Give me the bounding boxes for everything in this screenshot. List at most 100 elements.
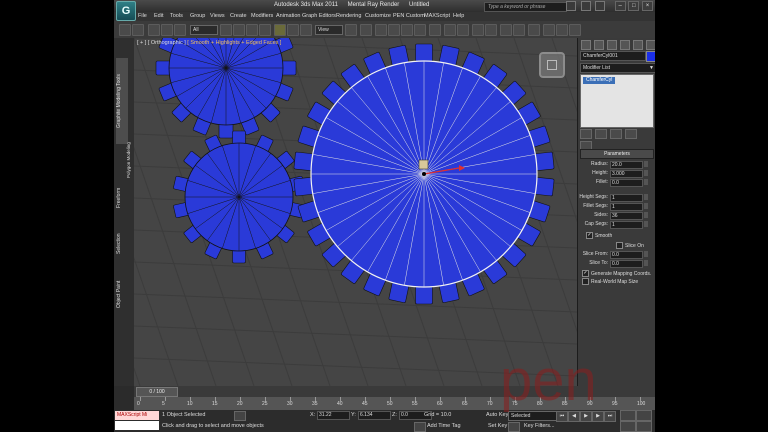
tab-graphite-modeling-tools[interactable]: Graphite Modeling Tools <box>116 58 128 144</box>
select-by-name-icon[interactable] <box>233 24 245 36</box>
menu-maxscript[interactable]: MAXScript <box>424 13 450 19</box>
x-coord-field[interactable]: 31.22 <box>317 411 350 420</box>
unlink-icon[interactable] <box>161 24 173 36</box>
render-setup-icon[interactable] <box>543 24 555 36</box>
menu-customize[interactable]: Customize <box>365 13 391 19</box>
tab-selection[interactable]: Selection <box>116 224 128 264</box>
bind-space-warp-icon[interactable] <box>174 24 186 36</box>
checkbox-box[interactable]: ✓ <box>582 270 589 277</box>
binoculars-icon[interactable] <box>566 1 576 11</box>
time-slider[interactable]: 0 / 100 <box>136 387 178 397</box>
align-icon[interactable] <box>457 24 469 36</box>
viewport-shading-label[interactable]: [ Smooth + Highlights + Edged Faces ] <box>187 40 281 46</box>
named-selection-icon[interactable] <box>429 24 441 36</box>
mirror-icon[interactable] <box>444 24 456 36</box>
angle-snap-icon[interactable] <box>388 24 400 36</box>
viewport-label[interactable]: [ + ] [ Orthographic ] [ Smooth + Highli… <box>137 40 281 46</box>
reference-coord-dropdown[interactable]: View <box>315 25 343 35</box>
render-production-icon[interactable] <box>569 24 581 36</box>
display-tab-icon[interactable] <box>633 40 643 50</box>
spinner-icon[interactable] <box>644 260 648 266</box>
tab-polygon-modeling[interactable]: Polygon Modeling <box>126 142 133 178</box>
param-input[interactable]: 1 <box>610 221 643 229</box>
minimize-button[interactable]: – <box>614 1 626 11</box>
spinner-icon[interactable] <box>644 194 648 200</box>
link-icon[interactable] <box>148 24 160 36</box>
param-input[interactable]: 1 <box>610 194 643 202</box>
menu-group[interactable]: Group <box>190 13 205 19</box>
maxscript-mini-input[interactable] <box>115 421 159 430</box>
zoom-icon[interactable] <box>620 421 636 432</box>
menu-edit[interactable]: Edit <box>154 13 163 19</box>
maximize-button[interactable]: □ <box>628 1 640 11</box>
spinner-snap-icon[interactable] <box>414 24 426 36</box>
param-input[interactable]: 1 <box>610 203 643 211</box>
checkbox-box[interactable] <box>616 242 623 249</box>
set-key-button[interactable]: Set Key <box>488 423 507 429</box>
slice-to-input[interactable]: 0.0 <box>610 260 643 268</box>
material-editor-icon[interactable] <box>528 24 540 36</box>
move-icon[interactable] <box>274 24 286 36</box>
parameters-rollout-header[interactable]: Parameters <box>580 149 654 159</box>
lock-selection-icon[interactable] <box>234 411 246 421</box>
spinner-icon[interactable] <box>644 170 648 176</box>
gear-top-left[interactable] <box>155 38 297 139</box>
slice-from-input[interactable]: 0.0 <box>610 251 643 259</box>
viewport-canvas[interactable] <box>134 38 577 386</box>
modify-tab-icon[interactable] <box>594 40 604 50</box>
checkbox-box[interactable]: ✓ <box>586 232 593 239</box>
app-menu-button[interactable]: G <box>116 1 136 21</box>
spinner-icon[interactable] <box>644 203 648 209</box>
tab-object-paint[interactable]: Object Paint <box>116 268 128 320</box>
star-icon[interactable] <box>580 1 591 11</box>
viewport-name-label[interactable]: [ + ] [ Orthographic ] <box>137 40 186 46</box>
spinner-icon[interactable] <box>644 179 648 185</box>
select-manipulate-icon[interactable] <box>360 24 372 36</box>
viewcube-face-icon[interactable] <box>547 60 557 70</box>
y-coord-field[interactable]: 6.134 <box>358 411 391 420</box>
menu-file[interactable]: File <box>138 13 147 19</box>
select-object-icon[interactable] <box>220 24 232 36</box>
pivot-center-icon[interactable] <box>345 24 357 36</box>
slice-on-checkbox[interactable]: Slice On <box>616 242 644 249</box>
curve-editor-icon[interactable] <box>500 24 512 36</box>
menu-views[interactable]: Views <box>210 13 225 19</box>
menu-rendering[interactable]: Rendering <box>336 13 361 19</box>
menu-help[interactable]: Help <box>453 13 464 19</box>
motion-tab-icon[interactable] <box>620 40 630 50</box>
make-unique-icon[interactable] <box>610 129 622 139</box>
param-input[interactable]: 20.0 <box>610 161 643 169</box>
param-input[interactable]: 3.000 <box>610 170 643 178</box>
remove-modifier-icon[interactable] <box>625 129 637 139</box>
orbit-icon[interactable] <box>636 410 652 421</box>
smooth-checkbox[interactable]: ✓ Smooth <box>586 232 612 239</box>
window-crossing-icon[interactable] <box>259 24 271 36</box>
pin-stack-icon[interactable] <box>580 129 592 139</box>
gear-bottom-left[interactable] <box>173 130 305 264</box>
object-color-swatch[interactable] <box>646 51 655 62</box>
generate-mapping-checkbox[interactable]: ✓ Generate Mapping Coords. <box>582 270 651 277</box>
real-world-map-checkbox[interactable]: Real-World Map Size <box>582 278 638 285</box>
pan-icon[interactable] <box>636 421 652 432</box>
spinner-icon[interactable] <box>644 251 648 257</box>
modifier-list-dropdown[interactable]: Modifier List ▼ <box>580 63 655 73</box>
param-input[interactable]: 0.0 <box>610 179 643 187</box>
modifier-stack[interactable]: ChamferCyl <box>580 74 654 128</box>
snaps-toggle-icon[interactable] <box>375 24 387 36</box>
undo-icon[interactable] <box>119 24 131 36</box>
menu-tools[interactable]: Tools <box>170 13 183 19</box>
spinner-icon[interactable] <box>644 221 648 227</box>
viewcube[interactable] <box>539 52 565 78</box>
menu-pen-custom[interactable]: PEN Custom <box>393 13 425 19</box>
stack-item-chamfercyl[interactable]: ChamferCyl <box>583 77 616 84</box>
time-tag-icon[interactable] <box>414 422 426 432</box>
spinner-icon[interactable] <box>644 212 648 218</box>
create-tab-icon[interactable] <box>581 40 591 50</box>
layer-manager-icon[interactable] <box>472 24 484 36</box>
menu-animation[interactable]: Animation <box>276 13 300 19</box>
hierarchy-tab-icon[interactable] <box>607 40 617 50</box>
menu-create[interactable]: Create <box>230 13 247 19</box>
object-name-field[interactable]: ChamferCyl001 <box>580 51 646 61</box>
schematic-view-icon[interactable] <box>513 24 525 36</box>
graphite-toggle-icon[interactable] <box>485 24 497 36</box>
